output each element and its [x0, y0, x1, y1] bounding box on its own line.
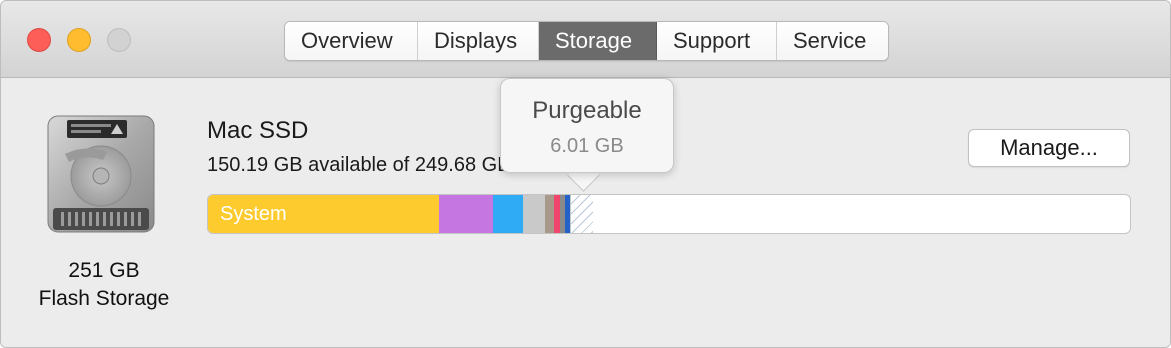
tab-displays[interactable]: Displays — [418, 22, 539, 60]
storage-segment-system[interactable]: System — [208, 195, 439, 233]
hard-drive-icon — [47, 115, 155, 233]
purgeable-tooltip: Purgeable 6.01 GB — [500, 78, 674, 173]
tab-overview[interactable]: Overview — [285, 22, 418, 60]
disk-capacity: 251 GB Flash Storage — [1, 257, 207, 313]
storage-segment-seg-tan[interactable] — [545, 195, 554, 233]
manage-button[interactable]: Manage... — [968, 129, 1130, 167]
title-bar: Overview Displays Storage Support Servic… — [1, 1, 1170, 78]
zoom-button[interactable] — [107, 28, 131, 52]
disk-capacity-size: 251 GB — [68, 259, 140, 282]
storage-segment-purgeable[interactable] — [570, 195, 593, 233]
tooltip-title: Purgeable — [532, 97, 642, 124]
storage-segment-seg-lightgray[interactable] — [523, 195, 545, 233]
minimize-button[interactable] — [67, 28, 91, 52]
disk-name: Mac SSD — [207, 117, 309, 144]
tooltip-value: 6.01 GB — [550, 135, 624, 157]
about-this-mac-window: Overview Displays Storage Support Servic… — [0, 0, 1171, 348]
tab-storage[interactable]: Storage — [539, 22, 657, 60]
storage-segment-seg-purple[interactable] — [439, 195, 493, 233]
disk-capacity-type: Flash Storage — [38, 287, 170, 310]
tab-bar: Overview Displays Storage Support Servic… — [284, 21, 889, 61]
storage-segment-label: System — [220, 203, 287, 225]
storage-segment-seg-blue[interactable] — [493, 195, 523, 233]
disk-available-text: 150.19 GB available of 249.68 GB — [207, 154, 511, 176]
storage-usage-bar: System — [207, 194, 1131, 234]
tab-support[interactable]: Support — [657, 22, 777, 60]
close-button[interactable] — [27, 28, 51, 52]
tab-service[interactable]: Service — [777, 22, 888, 60]
